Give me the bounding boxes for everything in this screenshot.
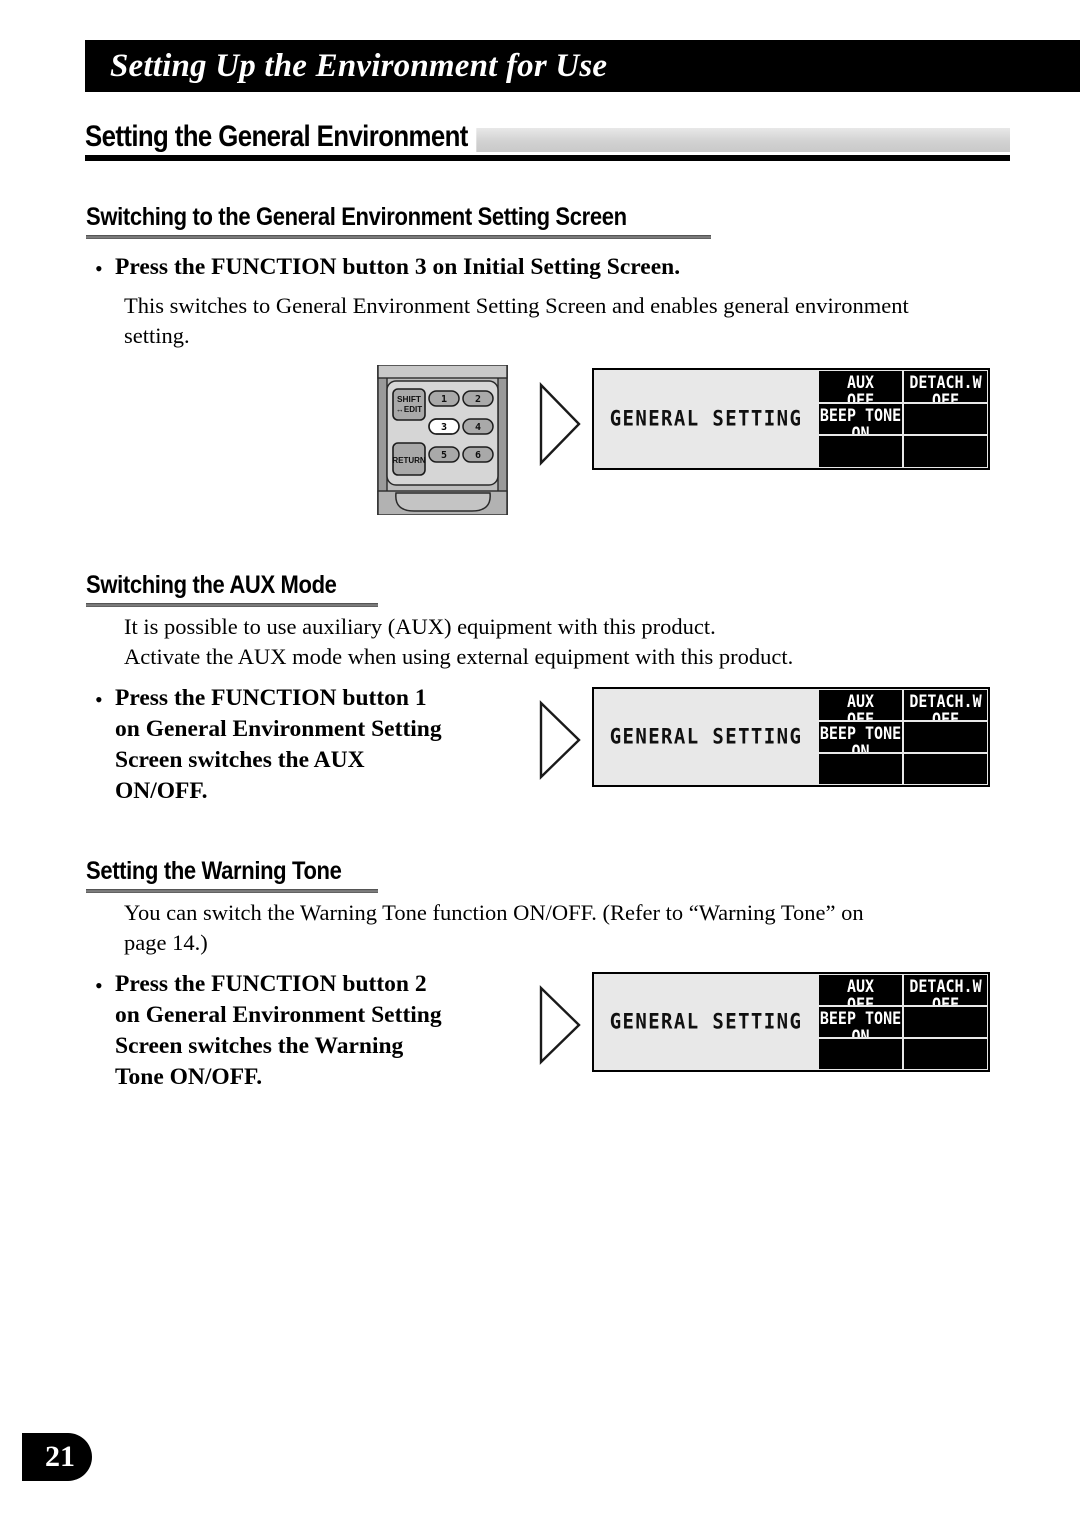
lcd-cell-value: OFF xyxy=(846,993,875,1005)
subsection-heading-text: Setting the Warning Tone xyxy=(86,857,342,885)
svg-text:↔EDIT: ↔EDIT xyxy=(396,405,422,414)
manual-page: Setting Up the Environment for Use Setti… xyxy=(0,0,1080,1533)
bullet-marker-icon: • xyxy=(95,256,103,281)
subsection-heading-switching-screen: Switching to the General Environment Set… xyxy=(86,202,711,239)
lcd-function-grid: AUX OFF DETACH.W OFF BEEP TONE ON xyxy=(818,370,988,468)
lcd-function-grid: AUX OFF DETACH.W OFF BEEP TONE ON xyxy=(818,974,988,1070)
instruction-bullet-2: • Press the FUNCTION button 1 on General… xyxy=(95,683,535,807)
lcd-cell-beep-tone[interactable]: BEEP TONE ON xyxy=(819,1007,902,1037)
subsection-heading-text: Switching to the General Environment Set… xyxy=(86,203,627,231)
lcd-cell-label: AUX xyxy=(846,975,875,997)
bullet-marker-icon: • xyxy=(95,687,103,712)
lcd-cell-empty-1[interactable] xyxy=(904,722,987,752)
lcd-title-text: GENERAL SETTING xyxy=(609,1009,803,1035)
lcd-cell-empty-2[interactable] xyxy=(819,754,902,784)
bullet-marker-icon: • xyxy=(95,973,103,998)
flow-arrow-icon-1 xyxy=(538,382,582,466)
lcd-cell-label: BEEP TONE xyxy=(819,1007,902,1029)
remote-control-illustration: SHIFT ↔EDIT RETURN 1 2 3 4 5 6 xyxy=(370,364,515,516)
lcd-cell-value: OFF xyxy=(931,993,960,1005)
lcd-cell-value: OFF xyxy=(931,389,960,402)
svg-text:RETURN: RETURN xyxy=(392,456,426,465)
lcd-cell-beep-tone[interactable]: BEEP TONE ON xyxy=(819,403,902,435)
lcd-cell-aux[interactable]: AUX OFF xyxy=(819,371,902,402)
flow-arrow-icon-3 xyxy=(538,985,582,1065)
instruction-bullet-1: • Press the FUNCTION button 3 on Initial… xyxy=(95,252,975,285)
body-paragraph-2: It is possible to use auxiliary (AUX) eq… xyxy=(124,614,794,669)
section-heading-text: Setting the General Environment xyxy=(85,120,477,154)
flow-arrow-icon-2 xyxy=(538,700,582,780)
instruction-text: Press the FUNCTION button 3 on Initial S… xyxy=(115,254,681,280)
lcd-cell-detach-w[interactable]: DETACH.W OFF xyxy=(904,371,987,402)
lcd-display-panel-2: GENERAL SETTING AUX OFF DETACH.W OFF BEE… xyxy=(592,687,990,787)
lcd-cell-label: DETACH.W xyxy=(909,975,982,997)
lcd-cell-empty-2[interactable] xyxy=(819,436,902,467)
lcd-function-grid: AUX OFF DETACH.W OFF BEEP TONE ON xyxy=(818,689,988,785)
subsection-heading-text: Switching the AUX Mode xyxy=(86,571,337,599)
lcd-cell-value: OFF xyxy=(846,389,875,402)
svg-text:SHIFT: SHIFT xyxy=(397,394,421,404)
lcd-cell-aux[interactable]: AUX OFF xyxy=(819,690,902,720)
lcd-cell-detach-w[interactable]: DETACH.W OFF xyxy=(904,975,987,1005)
lcd-cell-empty-3[interactable] xyxy=(904,1039,987,1069)
svg-text:2: 2 xyxy=(475,394,481,405)
lcd-cell-empty-2[interactable] xyxy=(819,1039,902,1069)
lcd-title-text: GENERAL SETTING xyxy=(609,406,803,432)
lcd-cell-label: AUX xyxy=(846,371,875,393)
section-heading-block: Setting the General Environment xyxy=(85,120,1010,161)
lcd-cell-label: BEEP TONE xyxy=(819,722,902,744)
running-head-bar: Setting Up the Environment for Use xyxy=(85,40,1080,92)
lcd-cell-empty-3[interactable] xyxy=(904,436,987,467)
lcd-display-panel-3: GENERAL SETTING AUX OFF DETACH.W OFF BEE… xyxy=(592,972,990,1072)
lcd-title-area: GENERAL SETTING xyxy=(594,689,818,785)
lcd-cell-value: ON xyxy=(851,422,870,435)
section-heading-rule xyxy=(85,155,1010,161)
lcd-cell-empty-3[interactable] xyxy=(904,754,987,784)
lcd-cell-empty-1[interactable] xyxy=(904,1007,987,1037)
lcd-cell-label: BEEP TONE xyxy=(819,404,902,426)
lcd-cell-value: OFF xyxy=(931,708,960,720)
svg-text:4: 4 xyxy=(475,422,481,433)
lcd-title-text: GENERAL SETTING xyxy=(609,724,803,750)
lcd-cell-detach-w[interactable]: DETACH.W OFF xyxy=(904,690,987,720)
instruction-bullet-3: • Press the FUNCTION button 2 on General… xyxy=(95,969,535,1093)
body-paragraph-3: You can switch the Warning Tone function… xyxy=(124,900,864,955)
page-number-text: 21 xyxy=(45,1440,75,1473)
subsection-heading-rule xyxy=(86,889,378,893)
body-paragraph-1: This switches to General Environment Set… xyxy=(124,293,909,348)
subsection-heading-rule xyxy=(86,235,711,239)
lcd-title-area: GENERAL SETTING xyxy=(594,370,818,468)
lcd-cell-value: ON xyxy=(851,740,870,752)
lcd-cell-value: ON xyxy=(851,1025,870,1037)
lcd-title-area: GENERAL SETTING xyxy=(594,974,818,1070)
page-number-tab: 21 xyxy=(22,1433,92,1481)
lcd-display-panel-1: GENERAL SETTING AUX OFF DETACH.W OFF BEE… xyxy=(592,368,990,470)
lcd-cell-label: AUX xyxy=(846,690,875,712)
svg-text:6: 6 xyxy=(475,450,481,461)
svg-text:3: 3 xyxy=(441,422,447,433)
svg-text:1: 1 xyxy=(441,394,447,405)
lcd-cell-label: DETACH.W xyxy=(909,371,982,393)
subsection-heading-rule xyxy=(86,603,378,607)
instruction-text: Press the FUNCTION button 2 on General E… xyxy=(115,971,442,1090)
svg-text:5: 5 xyxy=(441,450,447,461)
subsection-heading-warning-tone: Setting the Warning Tone xyxy=(86,856,378,893)
lcd-cell-beep-tone[interactable]: BEEP TONE ON xyxy=(819,722,902,752)
remote-control-svg: SHIFT ↔EDIT RETURN 1 2 3 4 5 6 xyxy=(377,364,508,516)
lcd-cell-label: DETACH.W xyxy=(909,690,982,712)
lcd-cell-aux[interactable]: AUX OFF xyxy=(819,975,902,1005)
running-head-title: Setting Up the Environment for Use xyxy=(110,47,608,84)
subsection-heading-aux-mode: Switching the AUX Mode xyxy=(86,570,378,607)
instruction-text: Press the FUNCTION button 1 on General E… xyxy=(115,685,442,804)
section-heading-band: Setting the General Environment xyxy=(85,120,1010,154)
lcd-cell-empty-1[interactable] xyxy=(904,403,987,435)
lcd-cell-value: OFF xyxy=(846,708,875,720)
